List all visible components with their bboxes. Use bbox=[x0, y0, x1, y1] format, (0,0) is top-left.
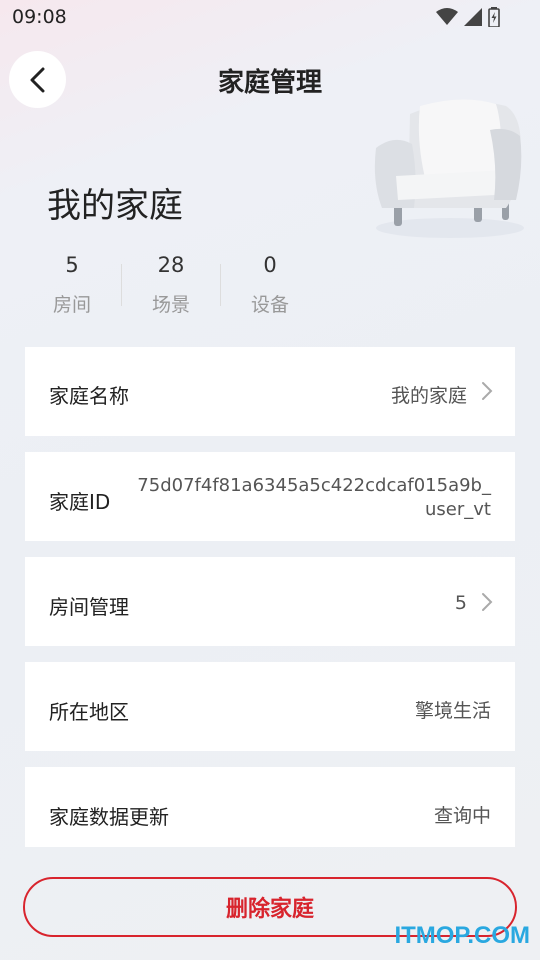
home-id-value-line1: 75d07f4f81a6345a5c422cdcaf015a9b_ bbox=[137, 475, 491, 496]
room-management-row-label: 房间管理 bbox=[49, 595, 129, 619]
status-icons bbox=[436, 7, 500, 27]
sofa-illustration bbox=[374, 99, 524, 238]
home-name-heading: 我的家庭 bbox=[47, 186, 183, 226]
data-update-row: 家庭数据更新 查询中 bbox=[25, 767, 515, 847]
room-management-row-value: 5 bbox=[454, 592, 467, 614]
stat-scenes: 28 场景 bbox=[121, 250, 221, 317]
chevron-right-icon bbox=[482, 593, 493, 611]
home-id-row: 家庭ID 75d07f4f81a6345a5c422cdcaf015a9b_ u… bbox=[25, 452, 515, 541]
stat-rooms-value: 5 bbox=[65, 253, 79, 277]
home-stats: 5 房间 28 场景 0 设备 bbox=[22, 250, 322, 322]
data-update-row-value: 查询中 bbox=[433, 805, 491, 827]
region-row: 所在地区 擎境生活 bbox=[25, 662, 515, 751]
home-name-row[interactable]: 家庭名称 我的家庭 bbox=[25, 347, 515, 436]
home-name-row-value: 我的家庭 bbox=[390, 385, 467, 407]
watermark-text: ITMOP.COM bbox=[394, 922, 530, 949]
stat-devices-value: 0 bbox=[263, 253, 277, 277]
status-bar: 09:08 bbox=[0, 0, 540, 36]
stat-rooms: 5 房间 bbox=[22, 250, 122, 317]
home-name-row-label: 家庭名称 bbox=[49, 384, 129, 408]
chevron-right-icon bbox=[482, 382, 493, 400]
data-update-row-label: 家庭数据更新 bbox=[49, 805, 169, 829]
stat-devices: 0 设备 bbox=[220, 250, 320, 317]
stat-rooms-label: 房间 bbox=[52, 294, 91, 316]
wifi-icon bbox=[436, 8, 458, 25]
status-time: 09:08 bbox=[12, 6, 67, 28]
region-row-value: 擎境生活 bbox=[414, 700, 491, 722]
stat-scenes-value: 28 bbox=[157, 253, 185, 277]
region-row-label: 所在地区 bbox=[49, 700, 129, 724]
home-id-row-label: 家庭ID bbox=[49, 490, 111, 514]
cellular-signal-icon bbox=[464, 8, 482, 26]
home-id-row-value: 75d07f4f81a6345a5c422cdcaf015a9b_ user_v… bbox=[137, 474, 491, 522]
stat-scenes-label: 场景 bbox=[151, 294, 190, 316]
home-id-value-line2: user_vt bbox=[425, 499, 491, 520]
battery-charging-icon bbox=[488, 7, 500, 27]
stat-devices-label: 设备 bbox=[250, 294, 289, 316]
room-management-row[interactable]: 房间管理 5 bbox=[25, 557, 515, 646]
page-title: 家庭管理 bbox=[217, 68, 322, 98]
delete-home-button-label: 删除家庭 bbox=[225, 897, 314, 922]
